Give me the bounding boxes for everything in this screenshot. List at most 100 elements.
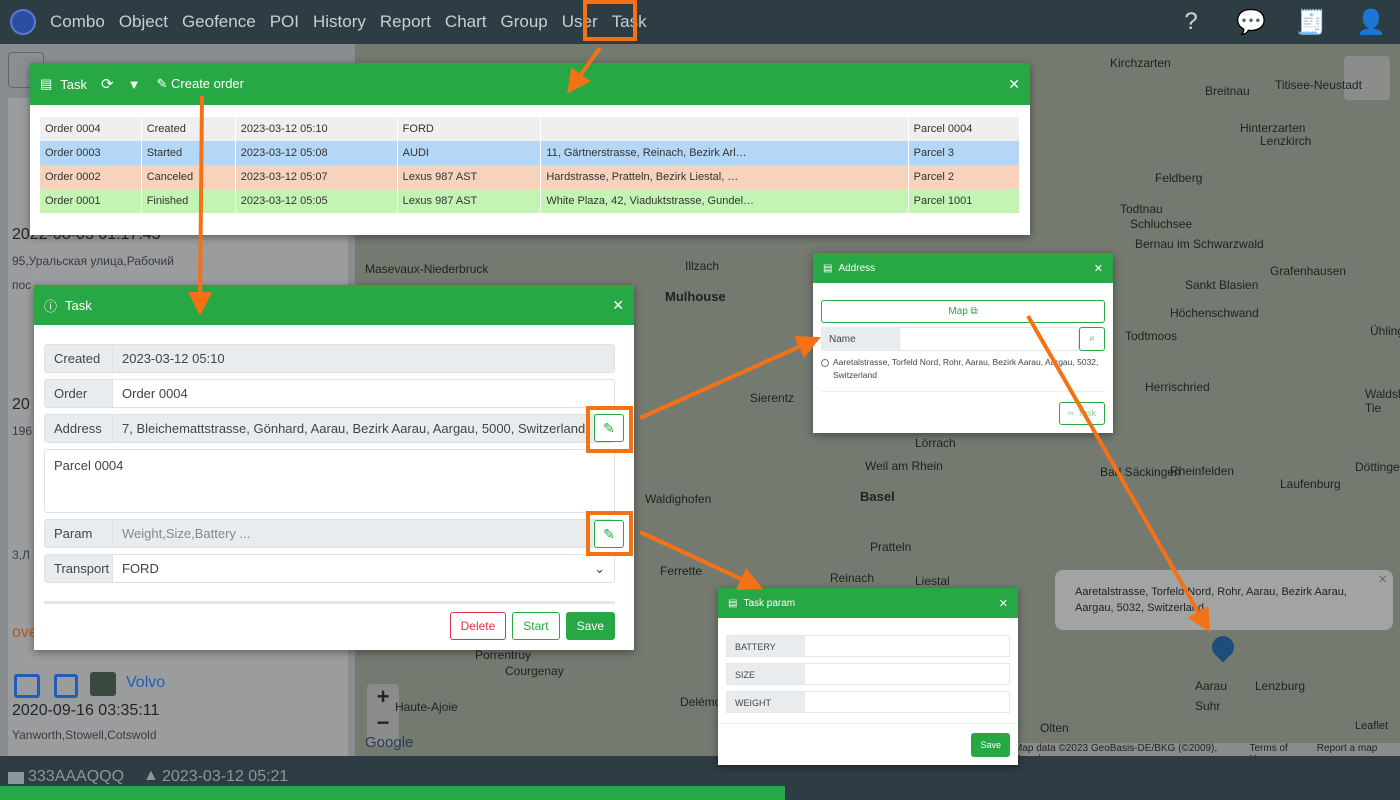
refresh-icon[interactable]: ⟳ xyxy=(101,75,114,93)
map-place-label: Mulhouse xyxy=(665,289,726,304)
popup-address: Aaretalstrasse, Torfeld Nord, Rohr, Aara… xyxy=(1075,586,1347,614)
cell-time: 2023-03-12 05:10 xyxy=(235,117,398,141)
map-place-label: Olten xyxy=(1040,721,1069,735)
nav-poi[interactable]: POI xyxy=(270,12,299,32)
map-place-label: Lenzburg xyxy=(1255,679,1306,693)
object-address-partial: 3,Л xyxy=(12,548,30,562)
delete-button[interactable]: Delete xyxy=(449,612,507,640)
map-place-label: Ferrette xyxy=(660,564,703,578)
order-label: Order xyxy=(45,380,113,407)
map-place-label: Aarau xyxy=(1195,679,1228,693)
search-button[interactable]: ⌕ xyxy=(1079,327,1105,351)
cell-status: Started xyxy=(141,141,236,165)
map-place-label: Schluchsee xyxy=(1130,217,1193,231)
google-logo: Google xyxy=(365,734,414,751)
nav-geofence[interactable]: Geofence xyxy=(182,12,256,32)
param-input[interactable] xyxy=(805,692,1009,712)
map-place-label: Hinterzarten xyxy=(1240,121,1306,135)
map-button-label: Map xyxy=(948,306,968,317)
map-place-label: Haute-Ajoie xyxy=(395,700,458,714)
bell-icon: ▲ xyxy=(143,767,159,784)
start-button[interactable]: Start xyxy=(512,612,560,640)
close-icon[interactable]: ✕ xyxy=(1094,262,1103,275)
map-place-label: Liestal xyxy=(915,574,950,588)
description-textarea[interactable]: Parcel 0004 xyxy=(44,449,615,513)
map-place-label: Sierentz xyxy=(750,391,795,405)
map-place-label: Masevaux-Niederbruck xyxy=(365,262,489,276)
close-icon[interactable]: ✕ xyxy=(1008,76,1020,93)
object-time-partial: 20 xyxy=(12,396,30,413)
close-icon[interactable]: ✕ xyxy=(612,297,624,314)
top-nav: Combo Object Geofence POI History Report… xyxy=(0,0,1400,44)
map-place-label: Reinach xyxy=(830,571,875,585)
cell-time: 2023-03-12 05:08 xyxy=(235,141,398,165)
param-label: SIZE xyxy=(727,664,805,684)
cell-vehicle: FORD xyxy=(397,117,542,141)
progress-bar xyxy=(0,786,785,800)
close-icon[interactable]: ✕ xyxy=(999,597,1008,610)
name-label: Name xyxy=(821,327,899,351)
create-order-label: Create order xyxy=(171,76,244,91)
logo-icon[interactable] xyxy=(10,9,36,35)
map-place-label: Illzach xyxy=(685,259,720,273)
map-place-label: Breitnau xyxy=(1205,84,1250,98)
map-place-label: Feldberg xyxy=(1155,171,1203,185)
chat-icon[interactable]: 💬 xyxy=(1236,8,1266,37)
name-input[interactable] xyxy=(899,327,1079,351)
filter-icon[interactable]: ▼ xyxy=(128,77,141,92)
param-field: Weight,Size,Battery ... xyxy=(113,520,614,547)
panel-title: Address xyxy=(838,262,876,274)
nav-report[interactable]: Report xyxy=(380,12,431,32)
cell-order: Order 0002 xyxy=(40,165,142,189)
cell-status: Canceled xyxy=(141,165,236,189)
result-radio[interactable] xyxy=(821,359,829,367)
task-button[interactable]: ⇨ Task xyxy=(1058,402,1105,425)
create-order-button[interactable]: ✎ Create order xyxy=(156,76,244,92)
cell-vehicle: Lexus 987 AST xyxy=(397,189,542,213)
save-button[interactable]: Save xyxy=(971,733,1010,757)
cell-status: Created xyxy=(141,117,236,141)
task-button-label: Task xyxy=(1077,408,1096,418)
user-icon[interactable]: 👤 xyxy=(1356,8,1386,37)
table-row[interactable]: Order 0004 Created 2023-03-12 05:10 FORD Par… xyxy=(40,117,1021,141)
cell-order: Order 0004 xyxy=(40,117,142,141)
param-label: BATTERY xyxy=(727,636,805,656)
checkbox[interactable] xyxy=(54,674,78,698)
help-icon[interactable]: ? xyxy=(1176,8,1206,37)
object-time: 2020-09-16 03:35:11 xyxy=(12,702,160,719)
map-place-label: Todtnau xyxy=(1120,202,1163,216)
nav-group[interactable]: Group xyxy=(501,12,548,32)
nav-history[interactable]: History xyxy=(313,12,366,32)
nav-chart[interactable]: Chart xyxy=(445,12,487,32)
map-place-label: Courgenay xyxy=(505,664,564,678)
edit-icon: ✎ xyxy=(156,76,168,91)
order-field[interactable]: Order 0004 xyxy=(113,380,614,407)
list-icon: ▤ xyxy=(40,76,53,91)
map-place-label: Höchenschwand xyxy=(1170,306,1259,320)
transport-select[interactable]: FORD ⌄ xyxy=(113,555,614,582)
highlight-edit-address xyxy=(586,406,633,453)
invoice-icon[interactable]: 🧾 xyxy=(1296,8,1326,37)
result-address[interactable]: Aaretalstrasse, Torfeld Nord, Rohr, Aara… xyxy=(833,356,1105,382)
nav-combo[interactable]: Combo xyxy=(50,12,105,32)
map-place-label: Lörrach xyxy=(915,436,956,450)
cell-vehicle: Lexus 987 AST xyxy=(397,165,542,189)
folder-icon xyxy=(8,772,24,784)
map-place-label: Todtmoos xyxy=(1125,329,1178,343)
object-name[interactable]: Volvo xyxy=(126,674,165,692)
save-button[interactable]: Save xyxy=(565,612,615,640)
close-icon[interactable]: × xyxy=(1378,572,1387,588)
param-label: Param xyxy=(45,520,113,547)
table-row[interactable]: Order 0001 Finished 2023-03-12 05:05 Lexus … xyxy=(40,189,1021,213)
address-label: Address xyxy=(45,415,113,442)
nav-object[interactable]: Object xyxy=(119,12,168,32)
param-input[interactable] xyxy=(805,636,1009,656)
leaflet-link[interactable]: Leaflet xyxy=(1355,720,1388,732)
map-place-label: Waldshut-Tie xyxy=(1365,387,1400,415)
edit-icon[interactable] xyxy=(14,674,40,698)
table-row[interactable]: Order 0002 Canceled 2023-03-12 05:07 Lexus … xyxy=(40,165,1021,189)
cell-parcel: Parcel 0004 xyxy=(908,117,1021,141)
param-input[interactable] xyxy=(805,664,1009,684)
table-row[interactable]: Order 0003 Started 2023-03-12 05:08 AUDI 11,… xyxy=(40,141,1021,165)
map-button[interactable]: Map ⧉ xyxy=(821,300,1105,323)
